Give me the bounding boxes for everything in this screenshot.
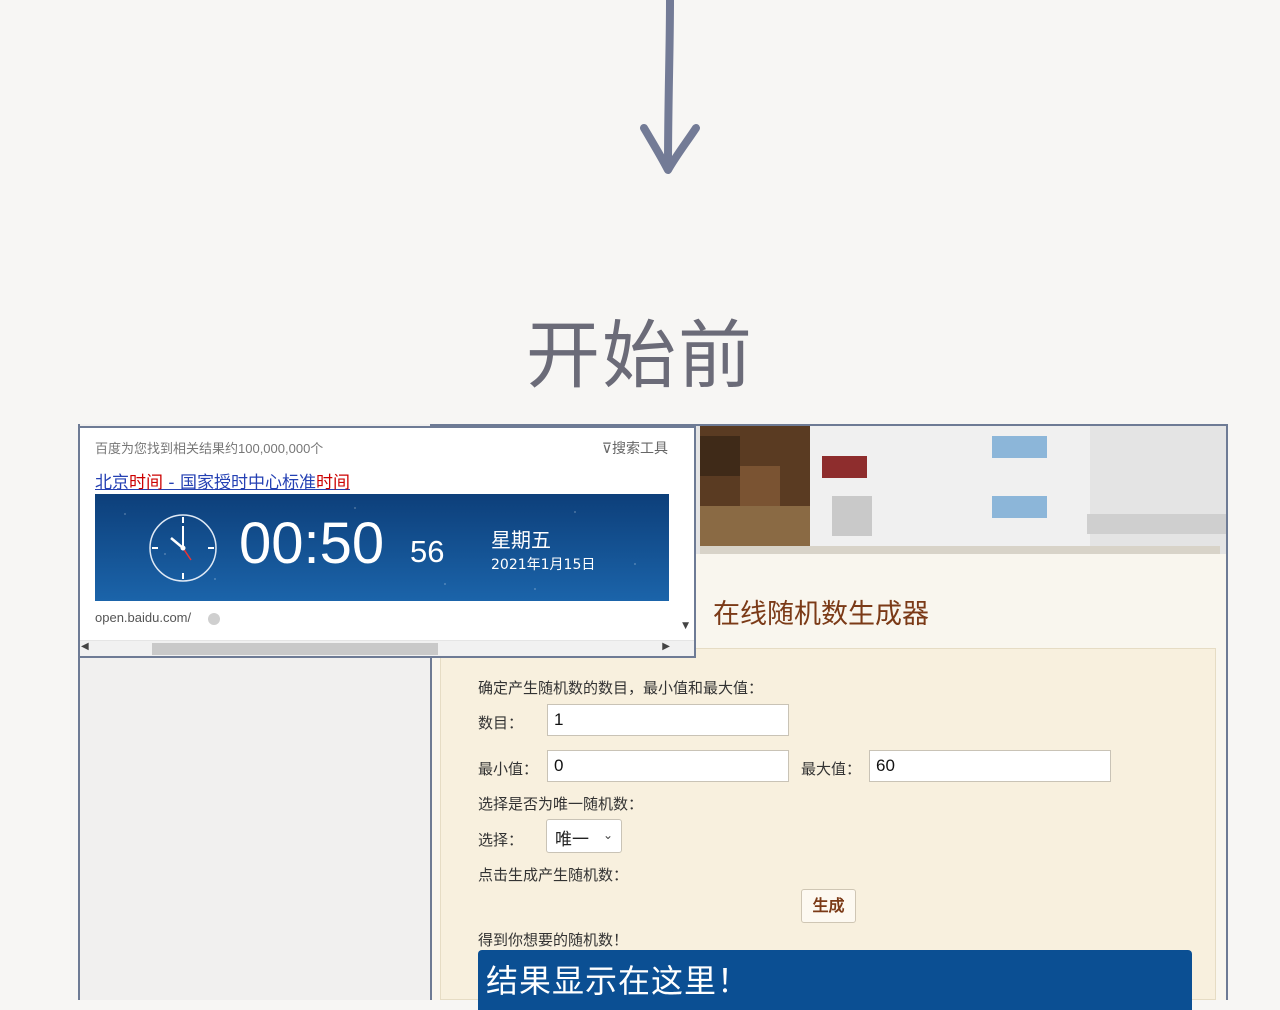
page-heading: 开始前 [526, 313, 754, 399]
current-time: 00:50 [239, 511, 385, 576]
clock-banner: 00:50 56 星期五 2021年1月15日 [95, 494, 669, 601]
result-title-link[interactable]: 北京时间 - 国家授时中心标准时间 [95, 468, 350, 493]
search-tools-button[interactable]: ⊽搜索工具 [602, 438, 668, 458]
current-seconds: 56 [410, 534, 445, 569]
baidu-result-card: 百度为您找到相关结果约100,000,000个 ⊽搜索工具 北京时间 - 国家授… [78, 426, 696, 658]
select-label: 选择： [478, 831, 524, 849]
generator-title: 在线随机数生成器 [713, 599, 929, 630]
scroll-left-arrow-icon[interactable]: ◀ [81, 641, 89, 652]
url-info-icon[interactable] [208, 613, 220, 625]
count-label: 数目： [478, 714, 524, 732]
count-input[interactable]: 1 [547, 704, 789, 736]
unique-select-value: 唯一 [555, 830, 589, 850]
max-label: 最大值： [801, 760, 862, 778]
generate-prompt: 点击生成产生随机数： [478, 866, 629, 884]
unique-prompt: 选择是否为唯一随机数： [478, 795, 644, 813]
result-text: 结果显示在这里！ [486, 962, 751, 1000]
result-prompt: 得到你想要的随机数！ [478, 931, 629, 949]
min-input[interactable]: 0 [547, 750, 789, 782]
generate-button[interactable]: 生成 [801, 889, 856, 923]
scroll-right-arrow-icon[interactable]: ▶ [662, 641, 670, 652]
result-box: 结果显示在这里！ [478, 950, 1192, 1010]
title-highlight: 时间 [315, 473, 350, 493]
analog-clock-icon [147, 512, 219, 584]
horizontal-scrollbar[interactable]: ◀ ▶ [80, 640, 694, 656]
unique-select[interactable]: 唯一 ⌄ [546, 819, 622, 853]
max-input[interactable]: 60 [869, 750, 1111, 782]
scroll-down-arrow-icon[interactable]: ▼ [682, 621, 689, 631]
title-part: 北京 [95, 473, 129, 493]
date: 2021年1月15日 [491, 557, 596, 573]
filter-icon: ⊽ [601, 441, 612, 457]
result-url[interactable]: open.baidu.com/ [95, 610, 191, 625]
chevron-down-icon: ⌄ [602, 828, 613, 842]
generator-form: 确定产生随机数的数目，最小值和最大值： 数目： 1 最小值： 0 最大值： 60… [440, 648, 1216, 1010]
title-highlight: 时间 [129, 473, 163, 493]
intro-text: 确定产生随机数的数目，最小值和最大值： [478, 679, 764, 697]
result-count: 百度为您找到相关结果约100,000,000个 [95, 441, 324, 456]
scrollbar-thumb[interactable] [152, 643, 438, 655]
min-label: 最小值： [478, 760, 539, 778]
down-arrow-icon [630, 0, 710, 180]
weekday: 星期五 [491, 528, 551, 552]
title-part: - 国家授时中心标准 [163, 473, 316, 493]
search-tools-label: 搜索工具 [612, 441, 668, 457]
